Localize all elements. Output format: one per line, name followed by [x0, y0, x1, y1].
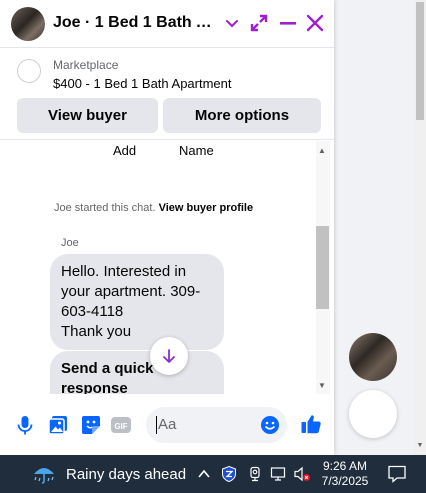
photo-icon[interactable]: [47, 414, 69, 436]
add-label: Add: [113, 143, 137, 158]
microphone-icon[interactable]: [14, 414, 36, 436]
chevron-down-icon[interactable]: [225, 14, 239, 34]
clock-time: 9:26 AM: [322, 459, 368, 473]
webcam-icon[interactable]: [246, 465, 264, 483]
quick-response-card[interactable]: Send a quick response: [50, 351, 224, 394]
view-buyer-profile-link[interactable]: View buyer profile: [159, 202, 254, 214]
emoji-icon[interactable]: [260, 415, 280, 435]
arrow-down-icon: [163, 349, 175, 363]
listing-panel: Marketplace $400 - 1 Bed 1 Bath Apartmen…: [0, 48, 334, 140]
new-message-button[interactable]: [349, 390, 397, 438]
taskbar: Rainy days ahead 9:26 AM 7/3/2025: [0, 455, 426, 493]
message-list: Add Name Joe started this chat. View buy…: [0, 141, 316, 394]
scroll-to-bottom-button[interactable]: [150, 337, 188, 375]
message-line: your apartment. 309-: [61, 283, 201, 300]
text-caret: [156, 416, 157, 434]
gif-icon[interactable]: GIF: [110, 414, 132, 436]
system-clock[interactable]: 9:26 AM 7/3/2025: [320, 459, 370, 489]
name-label: Name: [179, 143, 214, 158]
listing-thumbnail[interactable]: [17, 59, 41, 83]
composer: GIF Aa: [0, 400, 334, 450]
weather-rain-icon[interactable]: [32, 463, 56, 485]
notification-icon[interactable]: [387, 464, 407, 484]
minimize-icon[interactable]: [278, 13, 298, 33]
chat-scrollbar-thumb[interactable]: [316, 226, 329, 309]
chat-window: Joe · 1 Bed 1 Bath Apar... Marketplace $…: [0, 0, 334, 455]
message-line: 603-4118: [61, 303, 124, 320]
expand-icon[interactable]: [249, 13, 269, 33]
weather-text[interactable]: Rainy days ahead: [66, 466, 186, 483]
shield-icon[interactable]: [220, 465, 238, 483]
chat-scroll-up-arrow[interactable]: ▲: [318, 146, 326, 155]
message-input[interactable]: Aa: [146, 407, 287, 443]
message-line: Hello. Interested in: [61, 263, 187, 280]
close-icon[interactable]: [305, 13, 325, 33]
avatar[interactable]: [11, 7, 45, 41]
page-background: [334, 0, 426, 455]
page-scroll-down-arrow[interactable]: ▼: [414, 438, 426, 452]
chat-title[interactable]: Joe · 1 Bed 1 Bath Apar...: [53, 14, 223, 32]
clock-date: 7/3/2025: [321, 474, 369, 488]
message-line: Thank you: [61, 323, 132, 340]
thumbs-up-icon[interactable]: [300, 413, 322, 435]
system-message-text: Joe started this chat.: [54, 202, 156, 214]
chat-header: Joe · 1 Bed 1 Bath Apar...: [0, 0, 334, 48]
more-options-button[interactable]: More options: [163, 98, 321, 133]
system-message: Joe started this chat. View buyer profil…: [54, 202, 253, 214]
message-placeholder: Aa: [158, 416, 177, 433]
listing-source: Marketplace: [53, 58, 119, 72]
message-bubble[interactable]: Hello. Interested in your apartment. 309…: [50, 254, 224, 350]
sender-name: Joe: [61, 237, 79, 249]
view-buyer-button[interactable]: View buyer: [17, 98, 158, 133]
floating-chat-avatar[interactable]: [349, 333, 397, 381]
network-icon[interactable]: [270, 465, 288, 483]
page-scrollbar-thumb[interactable]: [416, 2, 424, 120]
screen: ▼ Joe · 1 Bed 1 Bath Apar... Marke: [0, 0, 426, 493]
sticker-icon[interactable]: [80, 414, 102, 436]
chevron-up-icon[interactable]: [196, 467, 212, 481]
chat-scroll-down-arrow[interactable]: ▼: [318, 381, 326, 390]
gif-label: GIF: [114, 422, 127, 431]
listing-title[interactable]: $400 - 1 Bed 1 Bath Apartment: [53, 76, 232, 91]
volume-muted-icon[interactable]: [293, 465, 311, 483]
